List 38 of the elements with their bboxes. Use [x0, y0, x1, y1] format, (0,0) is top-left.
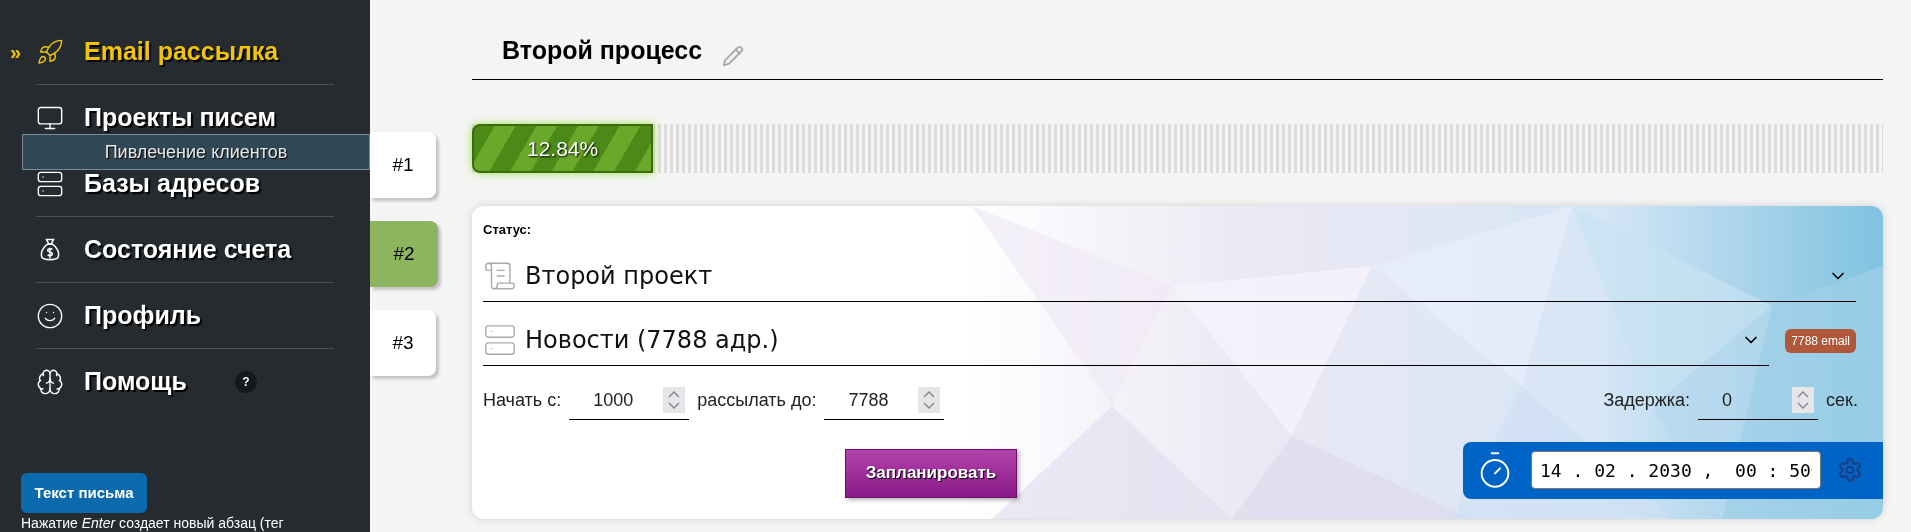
server-icon	[483, 323, 517, 357]
active-marker: »	[10, 39, 22, 65]
progress-reading: 12.84%	[526, 135, 599, 162]
sidebar-item[interactable]: Помощь	[84, 363, 187, 401]
number-field[interactable]: 1000	[569, 381, 690, 420]
unit-label: сек.	[1826, 389, 1858, 412]
sidebar-item[interactable]: Проекты писем	[84, 98, 276, 137]
field-label: Начать с:	[483, 389, 562, 412]
process-tab[interactable]: #2	[370, 221, 438, 287]
spinner-button[interactable]	[918, 387, 941, 413]
field-label: рассылать до:	[697, 389, 817, 412]
date-time-field[interactable]: 14 . 02 . 2030 , 00 : 50	[1531, 451, 1821, 489]
settings-icon[interactable]	[1837, 457, 1863, 483]
process-tab[interactable]: #1	[370, 132, 436, 198]
server-icon	[36, 169, 64, 198]
process-title: Второй процесс	[502, 34, 703, 66]
edit-icon[interactable]	[722, 45, 745, 67]
number-field[interactable]: 7788	[824, 381, 945, 420]
tooltip: Пивлечение клиентов	[22, 134, 370, 170]
number-field[interactable]: 0	[1698, 381, 1819, 420]
sidebar-item[interactable]: Профиль	[84, 296, 201, 335]
schedule-button[interactable]: Запланировать	[845, 448, 1017, 498]
project-select[interactable]: Второй проект	[483, 251, 1856, 302]
list-select[interactable]: Новости (7788 адр.)	[483, 315, 1770, 366]
face-icon	[36, 301, 64, 330]
email-count-badge: 7788 email	[1785, 328, 1856, 353]
help-badge[interactable]: ?	[234, 371, 257, 393]
field-label: Задержка:	[1603, 389, 1691, 412]
sidebar-item[interactable]: Состояние счета	[84, 230, 292, 269]
sidebar-item[interactable]: Email рассылка	[84, 32, 279, 71]
process-tab[interactable]: #3	[370, 310, 436, 376]
spinner-button[interactable]	[663, 387, 686, 413]
brain-icon	[36, 368, 64, 396]
rocket-icon	[36, 37, 64, 66]
text-button[interactable]: Текст письма	[21, 473, 147, 513]
hint-text: Нажатие Enter создает новый абзац (тег	[21, 515, 285, 531]
status-label: Статус:	[483, 221, 533, 239]
spinner-button[interactable]	[1792, 387, 1815, 413]
